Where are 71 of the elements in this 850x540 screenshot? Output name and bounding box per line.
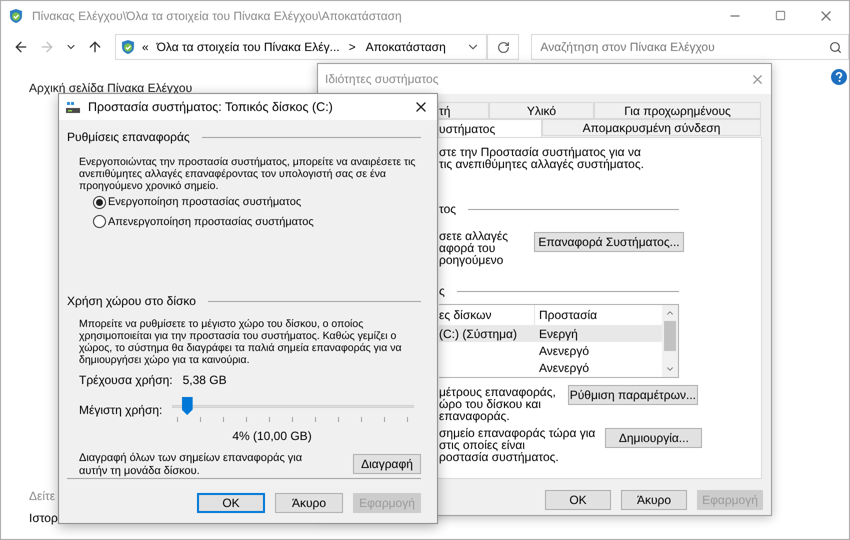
tab[interactable]: Απομακρυσμένη σύνδεση (542, 119, 761, 136)
description-text: Διαγραφή όλων των σημείων επαναφοράς για αυτήν τη μονάδα δίσκου. (79, 452, 304, 478)
description-text: στις οποίες είναι (439, 439, 525, 451)
overflow-chevron[interactable]: « (142, 38, 149, 56)
description-text: μέτρους επαναφοράς, (439, 386, 556, 398)
description-text: Μπορείτε να ρυθμίσετε το μέγιστο χώρο του δίσκου, ο οποίος χρησιμοποιείται για την προστασία του συστήματος. Καθώς γεμίζει ο χώρος, το σύστημα θα διαγράφει τα παλιά σημεία επαναφοράς για να δημιουργήσει χώρο για τα καινούρια. (79, 318, 403, 366)
max-usage-reading: 4% (10,00 GB) (232, 428, 312, 445)
radio-label[interactable]: Ενεργοποίηση προστασίας συστήματος (108, 194, 302, 210)
dialog-button[interactable]: Διαγραφή (353, 454, 421, 474)
drive-icon (65, 100, 81, 114)
column-header[interactable]: Προστασία (535, 306, 598, 324)
radio-button[interactable] (93, 196, 106, 209)
dialog-button[interactable]: OK (197, 493, 265, 513)
list-row[interactable]: Ανενεργό (439, 342, 662, 359)
description-text: ροστασία συστήματος. (439, 451, 560, 463)
table-cell: (C:) (Σύστημα) (439, 326, 517, 340)
description-text: σετε αλλαγές (439, 230, 508, 242)
breadcrumb[interactable]: Αποκατάσταση (366, 38, 446, 56)
field-label: Μέγιστη χρήση: (79, 402, 164, 419)
slider-thumb[interactable] (182, 397, 193, 415)
scrollbar[interactable] (662, 305, 678, 377)
group-heading: Χρήση χώρου στο δίσκο (67, 293, 196, 310)
radio-label[interactable]: Απενεργοποίηση προστασίας συστήματος (108, 214, 314, 230)
dialog-title: Προστασία συστήματος: Τοπικός δίσκος (C:) (88, 98, 333, 116)
tab[interactable]: Για προχωρημένους (594, 102, 761, 119)
refresh-button[interactable] (487, 34, 520, 60)
dialog-button[interactable]: Επαναφορά Συστήματος... (534, 232, 684, 252)
home-link[interactable]: Αρχική σελίδα Πίνακα Ελέγχου (29, 79, 192, 97)
tab[interactable]: τή (438, 102, 489, 119)
field-label: Τρέχουσα χρήση: (79, 372, 173, 389)
back-arrow-icon[interactable] (13, 39, 29, 55)
shield-icon (8, 8, 24, 24)
description-text: επαναφοράς. (439, 410, 511, 422)
group-heading: τος (439, 201, 456, 218)
table-cell-text: Ανενεργό (538, 342, 589, 360)
shield-icon (120, 39, 136, 55)
table-cell-text: Ανενεργό (538, 360, 589, 376)
refresh-icon (496, 40, 510, 54)
description-text: ώρο του δίσκου και (439, 398, 541, 410)
current-usage-value: 5,38 GB (182, 372, 227, 389)
dialog-button[interactable]: Δημιουργία... (605, 428, 702, 448)
breadcrumb-separator: > (348, 39, 356, 56)
breadcrumb[interactable]: Όλα τα στοιχεία του Πίνακα Ελέγ... (156, 38, 340, 56)
dialog-button[interactable]: OK (545, 490, 611, 510)
group-heading: Ρυθμίσεις επαναφοράς (67, 129, 190, 146)
description-text: στε την Προστασία συστήματος για να (439, 146, 642, 158)
dialog-button[interactable]: Άκυρο (621, 490, 687, 510)
address-bar[interactable]: « Όλα τα στοιχεία του Πίνακα Ελέγ... > Αποκατάσταση (114, 34, 488, 60)
description-text: σημείο επαναφοράς τώρα για (439, 427, 596, 439)
dialog-title: Ιδιότητες συστήματος (325, 71, 438, 88)
search-field[interactable]: Αναζήτηση στον Πίνακα Ελέγχου (531, 34, 849, 60)
dialog-button[interactable]: Ρύθμιση παραμέτρων... (568, 385, 698, 405)
search-icon[interactable] (829, 40, 842, 54)
see-also-heading: Δείτε (29, 488, 56, 505)
help-icon[interactable] (831, 69, 847, 85)
search-placeholder: Αναζήτηση στον Πίνακα Ελέγχου (540, 39, 715, 56)
description-text: αφορά του (439, 242, 496, 254)
history-link[interactable]: Ιστορ (29, 509, 58, 527)
window-title: Πίνακας Ελέγχου\Όλα τα στοιχεία του Πίνακα Ελέγχου\Αποκατάσταση (32, 8, 402, 25)
description-text: τις ανεπιθύμητες αλλαγές συστήματος. (439, 158, 645, 170)
tab[interactable]: Υλικό (489, 102, 594, 119)
maximize-icon[interactable] (775, 10, 786, 21)
tab[interactable]: υστήματος (438, 119, 542, 137)
list-row[interactable]: Ανενεργό (439, 359, 662, 376)
list-row[interactable]: (C:) (Σύστημα) Ενεργή (439, 325, 662, 342)
description-text: Ενεργοποιώντας την προστασία συστήματος, μπορείτε να αναιρέσετε τις ανεπιθύμητες αλλαγές επαναφέροντας τον υπολογιστή σας σε ένα προηγούμενο χρονικό σημείο. (79, 156, 416, 192)
table-cell-text: Ενεργή (538, 326, 578, 342)
radio-button[interactable] (93, 215, 106, 228)
dialog-button[interactable]: Άκυρο (275, 493, 343, 513)
description-text: ροηγούμενο (439, 254, 504, 266)
group-heading: ς (439, 283, 445, 300)
